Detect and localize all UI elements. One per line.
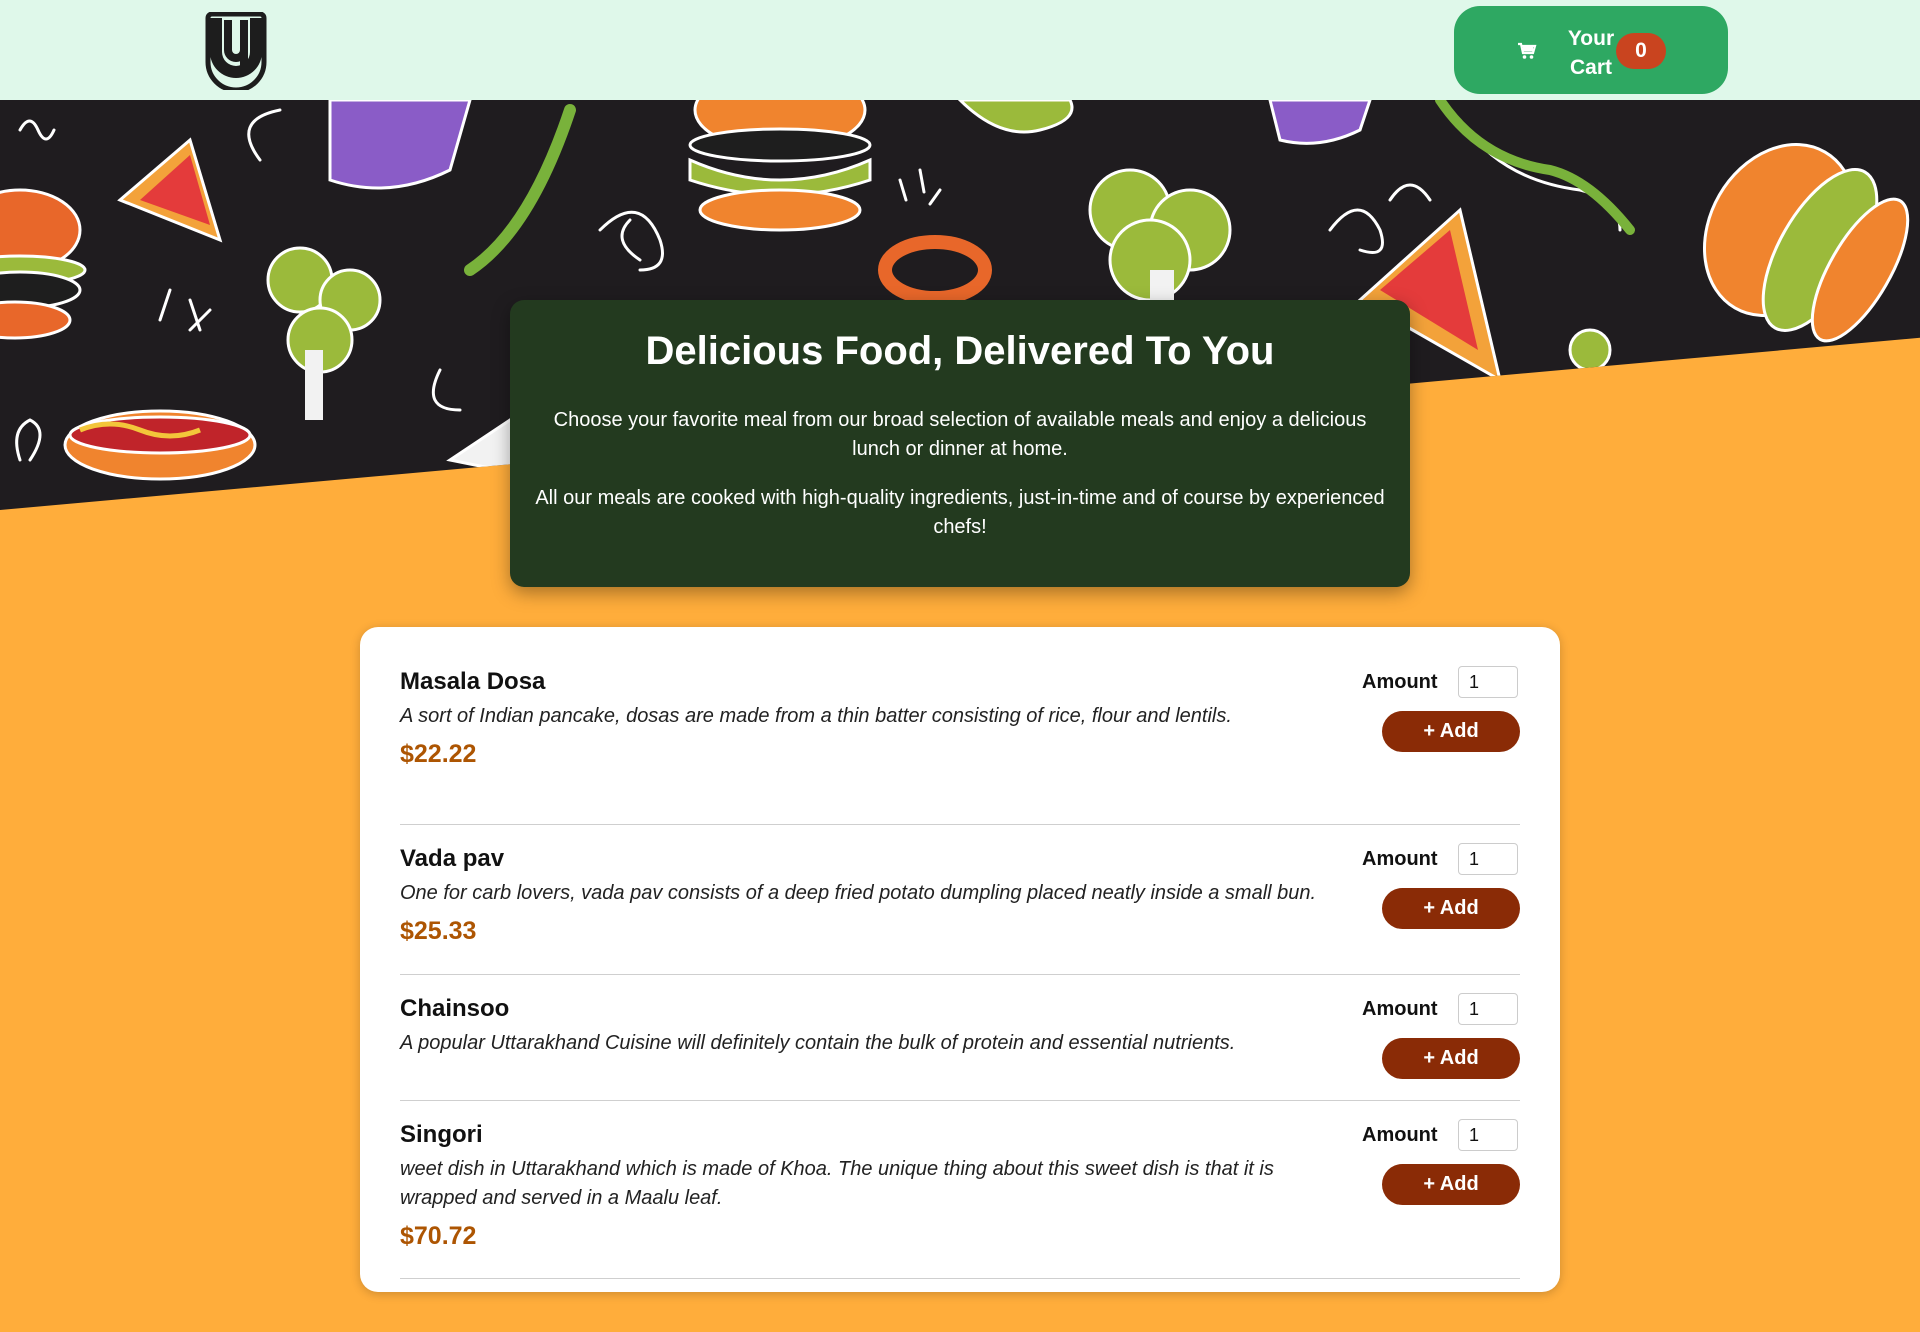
meal-item: Singori weet dish in Uttarakhand which i… [400, 1100, 1520, 1279]
meal-item: Vada pav One for carb lovers, vada pav c… [400, 824, 1520, 975]
cart-count-badge: 0 [1616, 33, 1666, 69]
summary-paragraph: Choose your favorite meal from our broad… [553, 409, 1367, 460]
amount-label: Amount [1362, 998, 1438, 1020]
amount-label: Amount [1362, 671, 1438, 693]
amount-label: Amount [1362, 1124, 1438, 1146]
meal-item: Chainsoo A popular Uttarakhand Cuisine w… [400, 974, 1520, 1101]
meal-item: Masala Dosa A sort of Indian pancake, do… [400, 666, 1520, 825]
amount-label: Amount [1362, 848, 1438, 870]
hotdog-illustration [63, 409, 257, 481]
meal-description: weet dish in Uttarakhand which is made o… [400, 1158, 1274, 1209]
amount-input[interactable] [1458, 843, 1518, 875]
summary-title: Delicious Food, Delivered To You [645, 329, 1275, 373]
app-header: Your Cart 0 [0, 0, 1920, 100]
meal-description: A popular Uttarakhand Cuisine will defin… [400, 1032, 1236, 1054]
burger-illustration [0, 188, 87, 340]
broccoli-illustration [266, 246, 382, 420]
add-to-cart-button[interactable]: + Add [1382, 888, 1520, 929]
available-meals-card: Masala Dosa A sort of Indian pancake, do… [360, 627, 1560, 1292]
burger-illustration [688, 100, 872, 232]
amount-input[interactable] [1458, 993, 1518, 1025]
burger-illustration [1703, 143, 1910, 343]
meal-name: Vada pav [400, 845, 505, 872]
meal-name: Masala Dosa [400, 668, 546, 695]
meals-summary-card: Delicious Food, Delivered To You Choose … [510, 300, 1410, 587]
cart-icon [1518, 42, 1537, 59]
summary-paragraph: All our meals are cooked with high-quali… [535, 487, 1385, 538]
meal-name: Chainsoo [400, 995, 510, 1022]
meal-price: $22.22 [400, 740, 477, 768]
meal-description: One for carb lovers, vada pav consists o… [400, 882, 1317, 904]
u-logo-icon[interactable] [204, 12, 268, 90]
meal-price: $25.33 [400, 917, 477, 945]
meal-name: Singori [400, 1121, 483, 1148]
add-to-cart-button[interactable]: + Add [1382, 1164, 1520, 1205]
amount-input[interactable] [1458, 666, 1518, 698]
meal-price: $70.72 [400, 1222, 477, 1250]
cart-button[interactable]: Your Cart [1454, 6, 1728, 94]
amount-input[interactable] [1458, 1119, 1518, 1151]
add-to-cart-button[interactable]: + Add [1382, 711, 1520, 752]
add-to-cart-button[interactable]: + Add [1382, 1038, 1520, 1079]
meal-description: A sort of Indian pancake, dosas are made… [400, 705, 1232, 727]
